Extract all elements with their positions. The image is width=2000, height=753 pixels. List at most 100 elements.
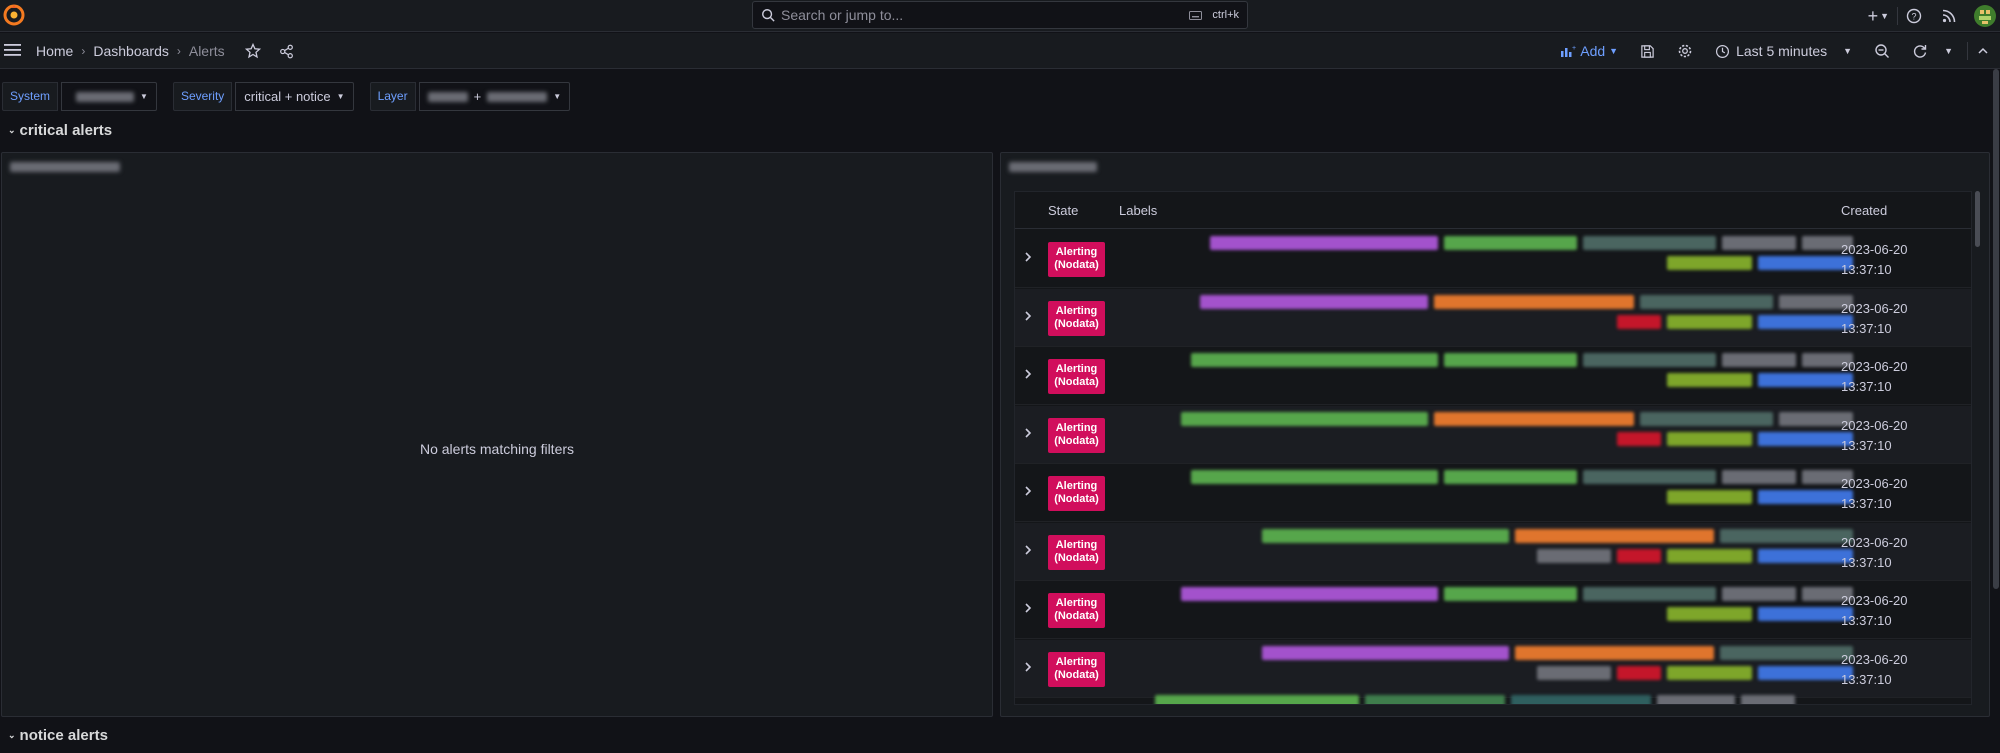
label-row bbox=[1261, 528, 1853, 543]
refresh-icon bbox=[1914, 45, 1927, 58]
variable-layer-value: + bbox=[473, 89, 482, 104]
variable-severity-select[interactable]: critical + notice ▼ bbox=[235, 82, 354, 111]
label-tag bbox=[1720, 528, 1853, 543]
alert-created: 2023-06-20 13:37:10 bbox=[1841, 357, 1908, 397]
label-tag bbox=[1181, 411, 1429, 426]
row-header-critical[interactable]: ⌄ critical alerts bbox=[8, 122, 112, 139]
state-line-2: (Nodata) bbox=[1054, 668, 1099, 681]
label-tag bbox=[1261, 528, 1509, 543]
label-tag bbox=[1758, 314, 1853, 329]
zoom-out-button[interactable] bbox=[1874, 43, 1890, 59]
table-row[interactable]: Alerting (Nodata) 2023-06-20 13:37:10 bbox=[1015, 639, 1971, 698]
help-button[interactable]: ? bbox=[1906, 8, 1922, 24]
alert-labels bbox=[1110, 353, 1853, 399]
breadcrumb-home[interactable]: Home bbox=[36, 43, 73, 59]
alert-created: 2023-06-20 13:37:10 bbox=[1841, 650, 1908, 690]
panel-title bbox=[10, 159, 120, 175]
chevron-down-icon: ▼ bbox=[336, 92, 345, 101]
column-header-state: State bbox=[1048, 202, 1079, 218]
alert-labels bbox=[1110, 528, 1853, 575]
plus-icon: + bbox=[1867, 6, 1879, 26]
label-tag bbox=[1666, 665, 1752, 680]
state-line-1: Alerting bbox=[1055, 421, 1098, 434]
label-tag bbox=[1181, 587, 1438, 601]
alert-created: 2023-06-20 13:37:10 bbox=[1841, 533, 1908, 573]
keyboard-icon bbox=[1189, 10, 1203, 20]
label-tag bbox=[1434, 294, 1634, 309]
label-tag bbox=[1666, 490, 1752, 504]
expand-row-icon[interactable] bbox=[1023, 367, 1033, 383]
collapse-toolbar-button[interactable] bbox=[1976, 44, 1990, 58]
label-tag bbox=[1666, 431, 1752, 446]
save-button[interactable] bbox=[1640, 44, 1655, 59]
state-line-1: Alerting bbox=[1055, 363, 1098, 375]
label-row bbox=[1200, 294, 1853, 309]
expand-row-icon[interactable] bbox=[1023, 660, 1033, 676]
variable-label-severity: Severity bbox=[172, 82, 233, 111]
settings-button[interactable] bbox=[1677, 43, 1693, 59]
variable-system-select[interactable]: ▼ bbox=[61, 82, 157, 111]
alert-created: 2023-06-20 13:37:10 bbox=[1841, 299, 1908, 339]
expand-row-icon[interactable] bbox=[1023, 543, 1033, 559]
partial-next-row bbox=[1155, 695, 1795, 704]
menu-icon[interactable] bbox=[4, 42, 22, 61]
grafana-logo-icon[interactable] bbox=[2, 3, 26, 27]
chevron-right-icon: › bbox=[176, 44, 181, 58]
chevron-down-icon: ⌄ bbox=[8, 125, 16, 135]
created-date: 2023-06-20 bbox=[1841, 534, 1908, 550]
expand-row-icon[interactable] bbox=[1023, 484, 1033, 500]
row-header-notice[interactable]: ⌄ notice alerts bbox=[8, 727, 108, 744]
label-tag bbox=[1209, 236, 1438, 250]
share-icon[interactable] bbox=[279, 44, 294, 59]
state-line-2: (Nodata) bbox=[1054, 610, 1099, 622]
row-title: critical alerts bbox=[19, 122, 113, 139]
scrollbar-thumb[interactable] bbox=[1993, 69, 1999, 589]
variable-severity-value: critical + notice bbox=[244, 89, 331, 104]
expand-row-icon[interactable] bbox=[1023, 250, 1033, 266]
scrollbar-thumb[interactable] bbox=[1975, 191, 1980, 247]
refresh-button[interactable] bbox=[1912, 43, 1928, 59]
label-tag bbox=[1721, 587, 1796, 601]
breadcrumb-dashboards[interactable]: Dashboards bbox=[93, 43, 169, 59]
page-scrollbar[interactable] bbox=[1991, 69, 2000, 753]
redacted-value bbox=[427, 91, 468, 102]
label-tag bbox=[1721, 353, 1796, 367]
table-row[interactable]: Alerting (Nodata) 2023-06-20 13:37:10 bbox=[1015, 581, 1971, 639]
table-row[interactable]: Alerting (Nodata) 2023-06-20 13:37:10 bbox=[1015, 230, 1971, 288]
divider bbox=[1897, 7, 1898, 25]
news-button[interactable] bbox=[1942, 9, 1956, 23]
alert-created: 2023-06-20 13:37:10 bbox=[1841, 591, 1908, 631]
table-row[interactable]: Alerting (Nodata) 2023-06-20 13:37:10 bbox=[1015, 464, 1971, 522]
table-row[interactable]: Alerting (Nodata) 2023-06-20 13:37:10 bbox=[1015, 405, 1971, 464]
state-line-1: Alerting bbox=[1055, 304, 1098, 317]
table-scrollbar[interactable] bbox=[1974, 191, 1981, 705]
table-row[interactable]: Alerting (Nodata) 2023-06-20 13:37:10 bbox=[1015, 522, 1971, 581]
created-date: 2023-06-20 bbox=[1841, 417, 1908, 433]
table-row[interactable]: Alerting (Nodata) 2023-06-20 13:37:10 bbox=[1015, 347, 1971, 405]
star-icon[interactable] bbox=[244, 43, 261, 59]
label-tag bbox=[1190, 353, 1438, 367]
created-time: 13:37:10 bbox=[1841, 496, 1892, 511]
label-tag bbox=[1200, 294, 1429, 309]
label-row bbox=[1616, 431, 1853, 446]
time-range-picker[interactable]: Last 5 minutes ▼ bbox=[1715, 43, 1852, 59]
expand-row-icon[interactable] bbox=[1023, 426, 1033, 442]
chevron-down-icon: ▼ bbox=[553, 92, 562, 101]
alert-labels bbox=[1110, 470, 1853, 516]
expand-row-icon[interactable] bbox=[1023, 601, 1033, 617]
variable-layer-select[interactable]: + ▼ bbox=[418, 82, 571, 111]
add-button[interactable]: + Add ▼ bbox=[1560, 43, 1618, 59]
search-shortcut-text: ctrl+k bbox=[1212, 9, 1239, 21]
refresh-interval-dropdown[interactable]: ▼ bbox=[1944, 46, 1953, 56]
table-row[interactable]: Alerting (Nodata) 2023-06-20 13:37:10 bbox=[1015, 288, 1971, 347]
new-menu-button[interactable]: + ▼ bbox=[1868, 7, 1889, 25]
search-shortcut: ctrl+k bbox=[1189, 9, 1239, 21]
dashboard-nav-bar: Home › Dashboards › Alerts + Add ▼ Last … bbox=[0, 33, 2000, 69]
created-time: 13:37:10 bbox=[1841, 262, 1892, 277]
alert-state-badge: Alerting (Nodata) bbox=[1048, 651, 1105, 687]
expand-row-icon[interactable] bbox=[1023, 309, 1033, 325]
state-line-1: Alerting bbox=[1055, 538, 1098, 551]
alert-labels bbox=[1110, 587, 1853, 633]
search-input[interactable]: Search or jump to... ctrl+k bbox=[752, 1, 1248, 29]
avatar[interactable] bbox=[1974, 5, 1996, 27]
